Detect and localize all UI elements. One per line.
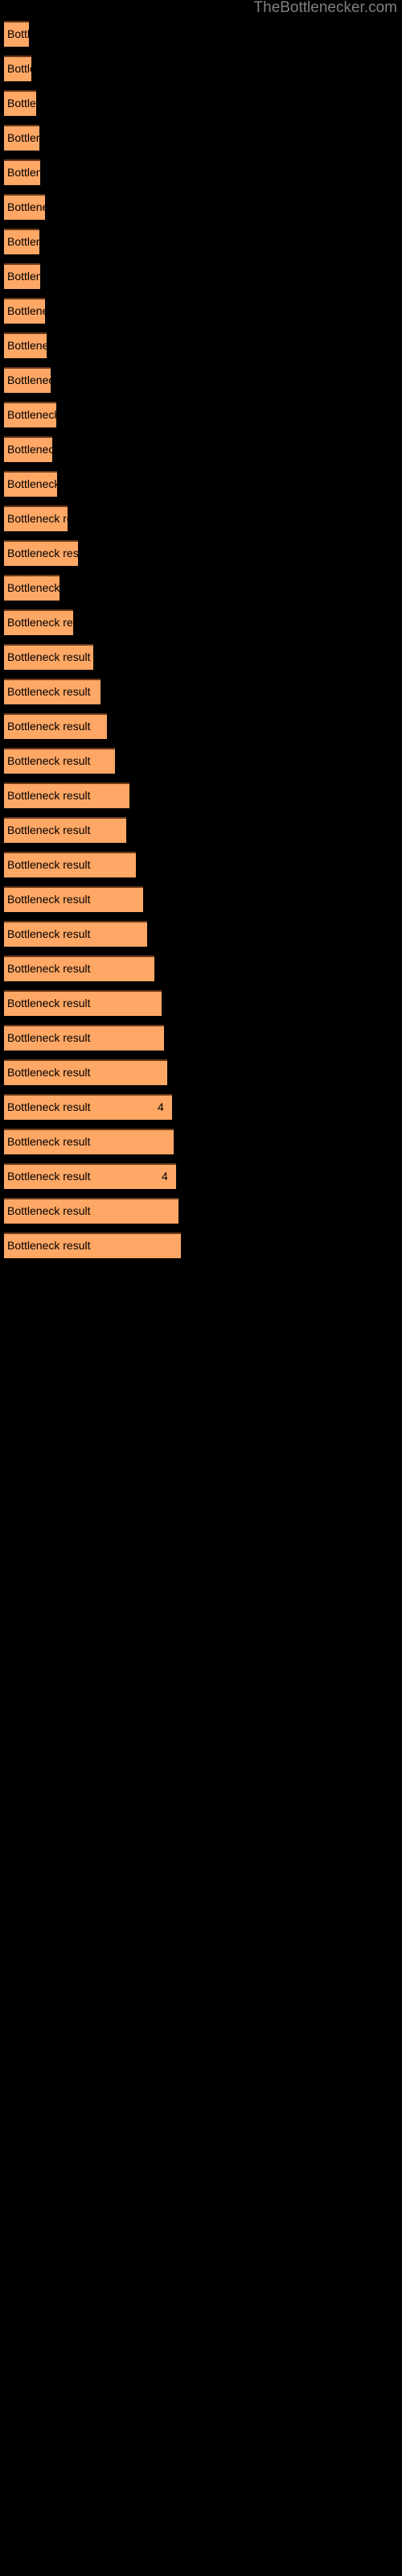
bar-row: Bottleneck result: [0, 710, 402, 745]
bar-row: Bottleneck result: [0, 156, 402, 191]
chart-plot-area: Bottleneck result Bottleneck result Bottle…: [0, 0, 402, 2576]
bar-category-label: Bottleneck result: [7, 1031, 91, 1044]
bar-category-label: Bottleneck result: [7, 1170, 91, 1183]
bar-row: Bottleneck result: [0, 225, 402, 260]
bar-row: Bottleneck result: [0, 987, 402, 1022]
bar-row: Bottleneck result: [0, 675, 402, 710]
bar-row: Bottleneck result: [0, 329, 402, 364]
bar-category-label: Bottleneck result: [7, 581, 91, 594]
bar-category-label: Bottleneck result: [7, 62, 91, 75]
bar-category-label: Bottleneck result: [7, 304, 91, 317]
bar-row: Bottleneck result: [0, 883, 402, 918]
bar-category-label: Bottleneck result: [7, 1204, 91, 1217]
bar-value-label: 4: [162, 1170, 168, 1183]
bar-row: Bottleneck result: [0, 918, 402, 952]
bar-category-label: Bottleneck result: [7, 1239, 91, 1252]
bar-row: Bottleneck result: [0, 502, 402, 537]
bar-category-label: Bottleneck result: [7, 824, 91, 836]
bar-row: Bottleneck result: [0, 260, 402, 295]
bar-category-label: Bottleneck result: [7, 1066, 91, 1079]
bar-category-label: Bottleneck result: [7, 443, 91, 456]
bar-row: Bottleneck result: [0, 745, 402, 779]
bar-category-label: Bottleneck result: [7, 927, 91, 940]
bar-row: Bottleneck result: [0, 641, 402, 675]
bar-row: Bottleneck result 4: [0, 1160, 402, 1195]
bar-category-label: Bottleneck result: [7, 754, 91, 767]
bar-row: Bottleneck result: [0, 433, 402, 468]
bar-row: Bottleneck result: [0, 52, 402, 87]
bar-row: Bottleneck result: [0, 952, 402, 987]
bar-category-label: Bottleneck result: [7, 270, 91, 283]
bar-row: Bottleneck result: [0, 398, 402, 433]
bar-category-label: Bottleneck result: [7, 893, 91, 906]
bar-category-label: Bottleneck result: [7, 408, 91, 421]
bar-category-label: Bottleneck result: [7, 720, 91, 733]
bar-category-label: Bottleneck result: [7, 374, 91, 386]
bar-category-label: Bottleneck result: [7, 616, 91, 629]
bar-row: Bottleneck result: [0, 848, 402, 883]
bar-category-label: Bottleneck result: [7, 512, 91, 525]
bar-row: Bottleneck result: [0, 1022, 402, 1056]
bar-category-label: Bottleneck result: [7, 962, 91, 975]
bar-row: Bottleneck result: [0, 191, 402, 225]
bar-row: Bottleneck result: [0, 537, 402, 572]
bar-row: Bottleneck result: [0, 1125, 402, 1160]
bar-category-label: Bottleneck result: [7, 789, 91, 802]
bar-category-label: Bottleneck result: [7, 1135, 91, 1148]
bar-row: Bottleneck result: [0, 364, 402, 398]
bar-row: Bottleneck result: [0, 1056, 402, 1091]
bar-category-label: Bottleneck result: [7, 131, 91, 144]
bar-chart-root: Bottleneck result Bottleneck result Bottle…: [0, 0, 402, 2576]
bar-row: Bottleneck result: [0, 122, 402, 156]
bar-category-label: Bottleneck result: [7, 235, 91, 248]
bar-category-label: Bottleneck result: [7, 339, 91, 352]
bar-category-label: Bottleneck result: [7, 27, 91, 40]
bar-row: Bottleneck result 4: [0, 1091, 402, 1125]
bar-row: Bottleneck result: [0, 606, 402, 641]
bar-row: Bottleneck result: [0, 1229, 402, 1264]
bar-category-label: Bottleneck result: [7, 200, 91, 213]
bar-category-label: Bottleneck result: [7, 97, 91, 109]
bar-row: Bottleneck result: [0, 87, 402, 122]
bar-category-label: Bottleneck result: [7, 547, 91, 559]
bar-row: Bottleneck result: [0, 1195, 402, 1229]
bar-category-label: Bottleneck result: [7, 997, 91, 1009]
chart-clip-region: Bottleneck result Bottleneck result Bottle…: [0, 0, 402, 2576]
bar-row: Bottleneck result: [0, 814, 402, 848]
bar-category-label: Bottleneck result: [7, 1100, 91, 1113]
bar-category-label: Bottleneck result: [7, 477, 91, 490]
bar-value-label: 4: [158, 1100, 164, 1113]
bar-row: Bottleneck result: [0, 779, 402, 814]
bar-category-label: Bottleneck result: [7, 166, 91, 179]
bar-row: Bottleneck result: [0, 295, 402, 329]
bar-row: Bottleneck result: [0, 18, 402, 52]
bar-category-label: Bottleneck result: [7, 650, 91, 663]
bar-category-label: Bottleneck result: [7, 685, 91, 698]
bar-category-label: Bottleneck result: [7, 858, 91, 871]
site-watermark: TheBottlenecker.com: [253, 0, 397, 16]
bar-row: Bottleneck result: [0, 572, 402, 606]
bar-row: Bottleneck result: [0, 468, 402, 502]
